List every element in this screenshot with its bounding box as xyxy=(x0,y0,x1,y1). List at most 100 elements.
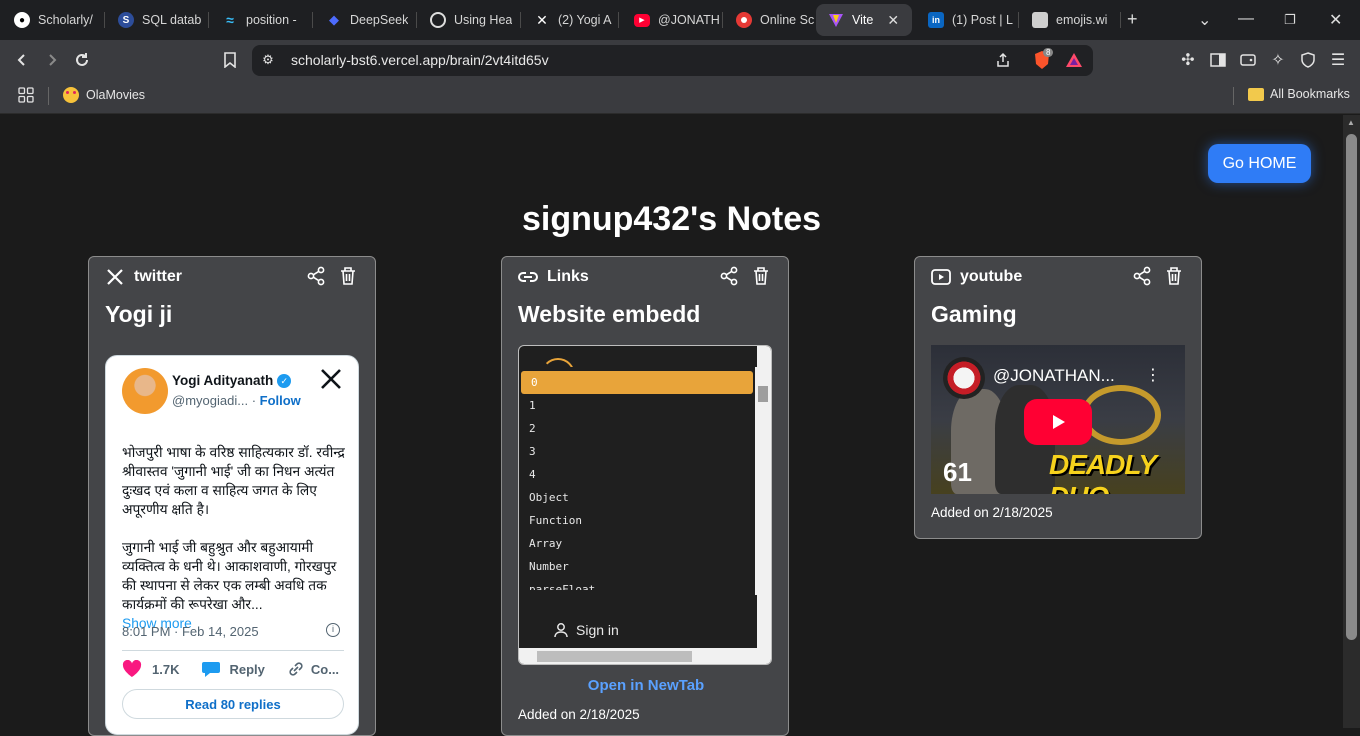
autocomplete-item[interactable]: parseFloat xyxy=(519,578,755,590)
wallet-icon[interactable] xyxy=(1236,48,1260,72)
reload-icon[interactable] xyxy=(70,48,94,72)
reply-button[interactable]: Reply xyxy=(201,660,265,678)
avatar[interactable] xyxy=(122,368,168,414)
page-scrollbar-thumb[interactable] xyxy=(1346,134,1357,640)
vpn-icon[interactable] xyxy=(1296,48,1320,72)
info-icon[interactable]: i xyxy=(326,623,340,637)
tweet-embed[interactable]: Yogi Adityanath ✓ @myogiadi... · Follow … xyxy=(105,355,359,735)
restore-icon[interactable]: ❐ xyxy=(1284,12,1296,28)
tab-title: DeepSeek xyxy=(350,13,409,27)
autocomplete-item[interactable]: 2 xyxy=(519,417,755,440)
tab-sql[interactable]: S SQL datab xyxy=(106,4,206,36)
tweet-handle[interactable]: @myogiadi... xyxy=(172,393,248,408)
tweet-timestamp[interactable]: 8:01 PM · Feb 14, 2025 xyxy=(122,624,259,639)
autocomplete-item[interactable]: Object xyxy=(519,486,755,509)
tab-title: (2) Yogi A xyxy=(558,13,612,27)
autocomplete-item[interactable]: 1 xyxy=(519,394,755,417)
openai-icon xyxy=(430,12,446,28)
all-bookmarks-label: All Bookmarks xyxy=(1270,87,1350,101)
go-home-button[interactable]: Go HOME xyxy=(1208,144,1311,183)
autocomplete-item[interactable]: Array xyxy=(519,532,755,555)
window-close-icon[interactable]: ✕ xyxy=(1329,10,1342,30)
tweet-author-name: Yogi Adityanath xyxy=(172,373,274,388)
tab-linkedin[interactable]: in (1) Post | L xyxy=(916,4,1016,36)
frame-horizontal-thumb[interactable] xyxy=(537,651,692,662)
copy-link-button[interactable]: Co... xyxy=(287,660,339,678)
tab-title: position - xyxy=(246,13,297,27)
share-icon[interactable] xyxy=(305,265,327,287)
scroll-up-icon[interactable]: ▲ xyxy=(1347,118,1355,127)
share-icon[interactable] xyxy=(718,265,740,287)
like-button[interactable]: 1.7K xyxy=(122,660,179,678)
tab-deepseek[interactable]: ◆ DeepSeek xyxy=(314,4,414,36)
chevron-down-icon[interactable]: ⌄ xyxy=(1198,10,1211,30)
link-icon xyxy=(518,267,538,287)
sign-in-button[interactable]: Sign in xyxy=(553,622,619,638)
tab-title: emojis.wi xyxy=(1056,13,1108,27)
extensions-icon[interactable]: ✣ xyxy=(1176,48,1200,72)
verified-icon: ✓ xyxy=(277,373,292,388)
follow-link[interactable]: Follow xyxy=(260,393,301,408)
youtube-outline-icon xyxy=(931,267,951,287)
youtube-embed[interactable]: @JONATHAN... ⋮ 61 DEADLY DUO xyxy=(931,345,1185,494)
tweet-handle-row: @myogiadi... · Follow xyxy=(172,393,301,408)
open-in-new-tab-link[interactable]: Open in NewTab xyxy=(502,677,790,694)
share-icon[interactable] xyxy=(991,48,1015,72)
thumbnail-number: 61 xyxy=(943,457,972,487)
record-icon xyxy=(736,12,752,28)
sign-in-label: Sign in xyxy=(576,622,619,638)
close-icon[interactable]: ✕ xyxy=(887,12,899,29)
leo-ai-icon[interactable]: ✧ xyxy=(1266,48,1290,72)
note-card-links: Links Website embedd 0 1 2 3 4 Object Fu… xyxy=(501,256,789,736)
divider xyxy=(122,650,344,651)
channel-name[interactable]: @JONATHAN... xyxy=(993,366,1115,386)
folder-icon xyxy=(1248,87,1264,101)
trash-icon[interactable] xyxy=(750,265,772,287)
share-icon[interactable] xyxy=(1131,265,1153,287)
autocomplete-dropdown[interactable]: 0 1 2 3 4 Object Function Array Number p… xyxy=(519,367,755,597)
added-date: Added on 2/18/2025 xyxy=(931,505,1053,520)
new-tab-icon[interactable]: + xyxy=(1127,9,1138,30)
tab-title: Online Sc xyxy=(760,13,815,27)
site-info-icon[interactable]: ⚙ xyxy=(256,48,280,72)
deepseek-icon: ◆ xyxy=(329,12,339,27)
sidebar-icon[interactable] xyxy=(1206,48,1230,72)
x-logo-icon xyxy=(105,267,125,287)
bookmark-olamovies[interactable]: OlaMovies xyxy=(63,87,145,103)
url-text[interactable]: scholarly-bst6.vercel.app/brain/2vt4itd6… xyxy=(291,52,549,68)
autocomplete-item[interactable]: Function xyxy=(519,509,755,532)
x-logo-icon[interactable] xyxy=(320,368,342,395)
tweet-author[interactable]: Yogi Adityanath ✓ xyxy=(172,373,292,388)
tab-title: (1) Post | L xyxy=(952,13,1013,27)
more-vertical-icon[interactable]: ⋮ xyxy=(1145,365,1161,385)
dropdown-scrollbar-thumb[interactable] xyxy=(758,386,768,402)
tab-youtube[interactable]: ▶ @JONATH xyxy=(622,4,722,36)
tab-x[interactable]: ✕ (2) Yogi A xyxy=(522,4,622,36)
brave-rewards-icon[interactable] xyxy=(1062,48,1086,72)
menu-icon[interactable]: ☰ xyxy=(1326,48,1350,72)
tab-openai[interactable]: Using Hea xyxy=(418,4,518,36)
tab-vite-active[interactable]: Vite ✕ xyxy=(816,4,912,36)
forward-icon[interactable] xyxy=(40,48,64,72)
trash-icon[interactable] xyxy=(1163,265,1185,287)
read-replies-button[interactable]: Read 80 replies xyxy=(122,689,344,719)
autocomplete-item[interactable]: 0 xyxy=(521,371,753,394)
website-embed-frame[interactable]: 0 1 2 3 4 Object Function Array Number p… xyxy=(518,345,772,665)
play-button[interactable] xyxy=(1024,399,1092,445)
autocomplete-item[interactable]: 4 xyxy=(519,463,755,486)
tab-strip: ● Scholarly/ S SQL datab ≈ position - ◆ … xyxy=(0,0,1360,40)
trash-icon[interactable] xyxy=(337,265,359,287)
bookmark-icon[interactable] xyxy=(218,48,242,72)
tab-online[interactable]: Online Sc xyxy=(724,4,816,36)
back-icon[interactable] xyxy=(10,48,34,72)
apps-grid-icon[interactable] xyxy=(18,87,34,103)
autocomplete-item[interactable]: Number xyxy=(519,555,755,578)
tab-emojis[interactable]: emojis.wi xyxy=(1020,4,1118,36)
tab-position[interactable]: ≈ position - xyxy=(210,4,310,36)
card-header: twitter xyxy=(105,267,182,287)
channel-avatar[interactable] xyxy=(943,357,985,399)
minimize-icon[interactable]: — xyxy=(1238,10,1254,28)
autocomplete-item[interactable]: 3 xyxy=(519,440,755,463)
all-bookmarks[interactable]: All Bookmarks xyxy=(1248,87,1350,101)
tab-github[interactable]: ● Scholarly/ xyxy=(2,4,102,36)
